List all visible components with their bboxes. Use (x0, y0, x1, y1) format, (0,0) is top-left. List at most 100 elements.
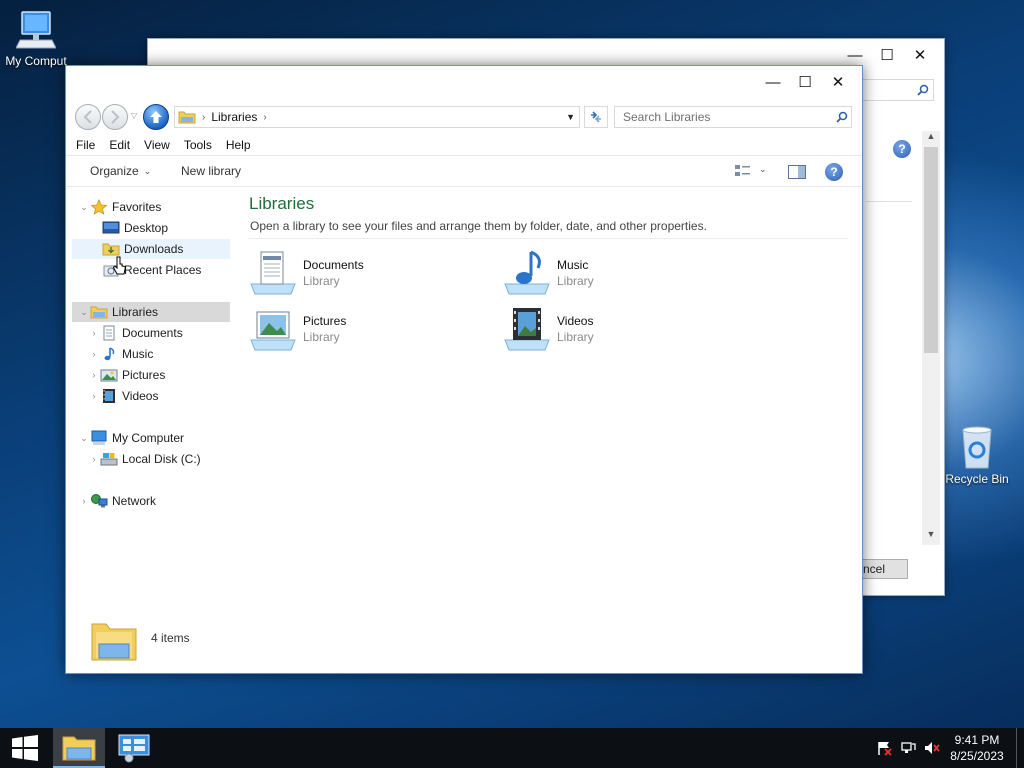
up-arrow-icon (150, 111, 162, 123)
view-dropdown-arrow[interactable]: ⌄ (759, 164, 767, 175)
scroll-up-arrow[interactable]: ▲ (922, 131, 940, 145)
help-icon[interactable]: ? (893, 140, 911, 158)
start-button[interactable] (0, 728, 50, 768)
library-name: Documents (303, 258, 364, 272)
taskbar: 9:41 PM 8/25/2023 (0, 728, 1024, 768)
collapse-arrow-icon[interactable]: › (88, 349, 100, 359)
help-button[interactable]: ? (825, 163, 843, 181)
menu-tools[interactable]: Tools (184, 138, 212, 152)
recycle-bin-icon (962, 426, 992, 469)
change-view-button[interactable] (734, 163, 754, 181)
close-button[interactable]: ✕ (905, 44, 935, 66)
expand-arrow-icon[interactable]: ⌄ (78, 307, 90, 318)
scroll-thumb[interactable] (924, 147, 938, 353)
collapse-arrow-icon[interactable]: › (88, 391, 100, 401)
libraries-icon (178, 111, 196, 124)
collapse-arrow-icon[interactable]: › (88, 454, 100, 464)
taskbar-file-explorer[interactable] (53, 728, 105, 768)
show-desktop-button[interactable] (1016, 728, 1024, 768)
menu-view[interactable]: View (144, 138, 170, 152)
menu-help[interactable]: Help (226, 138, 251, 152)
expand-arrow-icon[interactable]: ⌄ (78, 433, 90, 444)
nav-label: Videos (122, 389, 159, 403)
address-bar[interactable]: › Libraries › ▼ (174, 106, 580, 128)
collapse-arrow-icon[interactable]: › (78, 496, 90, 506)
nav-label: Local Disk (C:) (122, 452, 201, 466)
nav-documents[interactable]: › Documents (72, 323, 230, 343)
nav-videos[interactable]: › Videos (72, 386, 230, 406)
library-type: Library (557, 274, 594, 288)
forward-button[interactable] (102, 104, 128, 130)
nav-label: Network (112, 494, 157, 508)
expand-arrow-icon[interactable]: ⌄ (78, 202, 90, 213)
refresh-icon (591, 111, 601, 123)
refresh-button[interactable] (584, 106, 608, 128)
view-options-icon (735, 165, 750, 176)
nav-music[interactable]: › Music (72, 344, 230, 364)
new-library-button[interactable]: New library (181, 164, 241, 178)
computer-icon (91, 430, 107, 445)
desktop-icon-label: Recycle Bin (945, 472, 1009, 486)
page-title: Libraries (249, 194, 315, 213)
action-center-icon[interactable] (875, 738, 893, 758)
back-button[interactable] (75, 104, 101, 130)
preview-pane-button[interactable] (788, 165, 806, 182)
library-name: Music (557, 258, 589, 272)
nav-desktop[interactable]: Desktop (72, 218, 230, 238)
nav-label: Pictures (122, 368, 166, 382)
downloads-folder-icon (102, 243, 120, 256)
hard-drive-icon (100, 453, 118, 466)
minimize-button[interactable]: — (758, 71, 788, 93)
nav-my-computer[interactable]: ⌄ My Computer (72, 428, 230, 448)
organize-label: Organize (90, 164, 139, 178)
library-documents[interactable]: Documents Library (249, 248, 489, 298)
library-videos[interactable]: Videos Library (503, 304, 743, 354)
maximize-button[interactable]: ☐ (790, 71, 820, 93)
nav-local-disk[interactable]: › Local Disk (C:) (72, 449, 230, 469)
pictures-icon (100, 369, 118, 382)
collapse-arrow-icon[interactable]: › (88, 370, 100, 380)
clock[interactable]: 9:41 PM 8/25/2023 (946, 732, 1008, 764)
nav-label: Desktop (124, 221, 169, 235)
volume-muted-icon[interactable] (923, 738, 941, 758)
menu-edit[interactable]: Edit (109, 138, 130, 152)
breadcrumb-libraries[interactable]: Libraries (211, 110, 257, 124)
nav-network[interactable]: › Network (72, 491, 230, 511)
library-music[interactable]: Music Library (503, 248, 743, 298)
nav-label: My Computer (112, 431, 185, 445)
search-input[interactable] (614, 106, 852, 128)
nav-label: Recent Places (124, 263, 202, 277)
network-status-icon[interactable] (899, 738, 917, 758)
address-dropdown-arrow[interactable]: ▼ (566, 112, 575, 122)
menu-file[interactable]: File (76, 138, 95, 152)
collapse-arrow-icon[interactable]: › (88, 328, 100, 338)
explorer-window[interactable]: — ☐ ✕ ▽ › Libraries › ▼ Search Libraries… (65, 65, 863, 674)
close-button[interactable]: ✕ (823, 71, 853, 93)
desktop-icon-my-computer[interactable]: My Comput (0, 10, 72, 68)
organize-button[interactable]: Organize ⌄ (90, 164, 151, 178)
recent-pages-dropdown[interactable]: ▽ (131, 111, 137, 120)
minimize-button[interactable]: — (840, 44, 870, 66)
nav-favorites[interactable]: ⌄ Favorites (72, 197, 230, 217)
nav-pictures[interactable]: › Pictures (72, 365, 230, 385)
item-count: 4 items (151, 631, 190, 645)
breadcrumb-separator[interactable]: › (263, 112, 266, 123)
search-icon[interactable] (836, 111, 848, 123)
nav-libraries[interactable]: ⌄ Libraries (72, 302, 230, 322)
up-button[interactable] (143, 104, 169, 130)
breadcrumb-separator[interactable]: › (202, 112, 205, 123)
details-pane: 4 items (66, 608, 862, 672)
desktop-icon-recycle-bin[interactable]: Recycle Bin (944, 424, 1010, 486)
maximize-button[interactable]: ☐ (872, 44, 902, 66)
scroll-down-arrow[interactable]: ▼ (922, 529, 940, 543)
music-library-icon (504, 250, 550, 295)
windows-logo-icon (12, 735, 38, 761)
nav-label: Downloads (124, 242, 184, 256)
library-pictures[interactable]: Pictures Library (249, 304, 489, 354)
vertical-scrollbar[interactable]: ▲ ▼ (922, 131, 940, 545)
taskbar-control-panel[interactable] (108, 728, 160, 768)
nav-label: Favorites (112, 200, 162, 214)
nav-recent-places[interactable]: Recent Places (72, 260, 230, 280)
divider (866, 201, 912, 202)
nav-downloads[interactable]: Downloads (72, 239, 230, 259)
